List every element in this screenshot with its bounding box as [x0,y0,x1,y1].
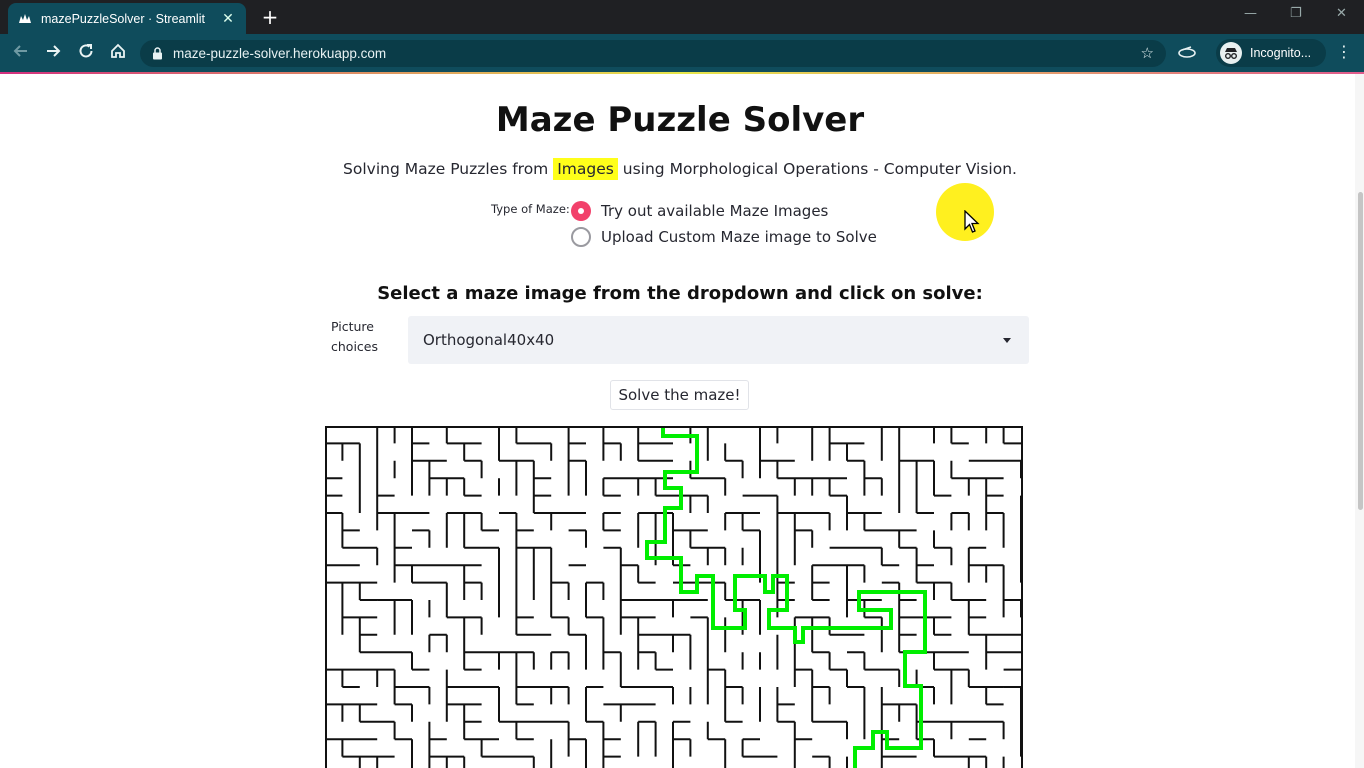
reload-icon[interactable] [75,42,97,64]
extension-icon[interactable] [1177,42,1197,62]
streamlit-favicon-icon [18,12,32,26]
bookmark-star-icon[interactable]: ☆ [1141,44,1154,62]
address-bar[interactable]: maze-puzzle-solver.herokuapp.com ☆ [140,40,1166,67]
radio-available-images[interactable]: Try out available Maze Images [571,201,828,221]
subtitle-text-start: Solving Maze Puzzles from [343,160,554,178]
tab-close-icon[interactable]: ✕ [220,11,236,27]
radio-selected-icon[interactable] [571,201,591,221]
window-restore-button[interactable]: ❐ [1290,6,1302,21]
subtitle-highlight: Images [553,158,618,180]
browser-tab[interactable]: mazePuzzleSolver · Streamlit ✕ [8,3,246,34]
radio-option-label: Upload Custom Maze image to Solve [601,228,877,246]
radio-upload-custom[interactable]: Upload Custom Maze image to Solve [571,227,877,247]
forward-arrow-icon[interactable] [42,42,64,64]
select-value: Orthogonal40x40 [423,331,555,349]
incognito-profile-button[interactable]: Incognito... [1216,39,1326,67]
browser-toolbar: maze-puzzle-solver.herokuapp.com ☆ Incog… [0,34,1364,72]
header-decoration [0,72,1364,74]
picture-choices-select[interactable]: Orthogonal40x40 [408,316,1029,364]
new-tab-button[interactable]: + [258,5,282,29]
window-close-button[interactable]: ✕ [1336,6,1347,21]
page-subtitle: Solving Maze Puzzles from Images using M… [0,158,1360,180]
picture-choices-label: Picture choices [331,319,378,354]
maze-type-label: Type of Maze: [491,202,570,216]
incognito-icon [1220,42,1242,64]
home-icon[interactable] [107,42,129,64]
radio-unselected-icon[interactable] [571,227,591,247]
url-text: maze-puzzle-solver.herokuapp.com [173,46,387,61]
page-scrollbar[interactable] [1355,74,1364,768]
browser-tab-bar: mazePuzzleSolver · Streamlit ✕ + — ❐ ✕ [0,0,1364,34]
subtitle-text-end: using Morphological Operations - Compute… [617,160,1017,178]
tab-title: mazePuzzleSolver · Streamlit [41,11,205,26]
back-arrow-icon[interactable] [10,42,32,64]
section-heading: Select a maze image from the dropdown an… [377,283,983,304]
lock-icon [152,47,163,60]
maze-image [325,426,1023,768]
radio-option-label: Try out available Maze Images [601,202,829,220]
scrollbar-thumb[interactable] [1358,192,1363,510]
mouse-cursor-icon [964,210,980,233]
chevron-down-icon [1003,338,1011,343]
browser-menu-icon[interactable]: ⋮ [1336,42,1352,61]
window-minimize-button[interactable]: — [1244,6,1257,21]
incognito-label: Incognito... [1250,46,1312,60]
page-title: Maze Puzzle Solver [495,100,865,140]
solve-maze-button[interactable]: Solve the maze! [610,380,749,410]
